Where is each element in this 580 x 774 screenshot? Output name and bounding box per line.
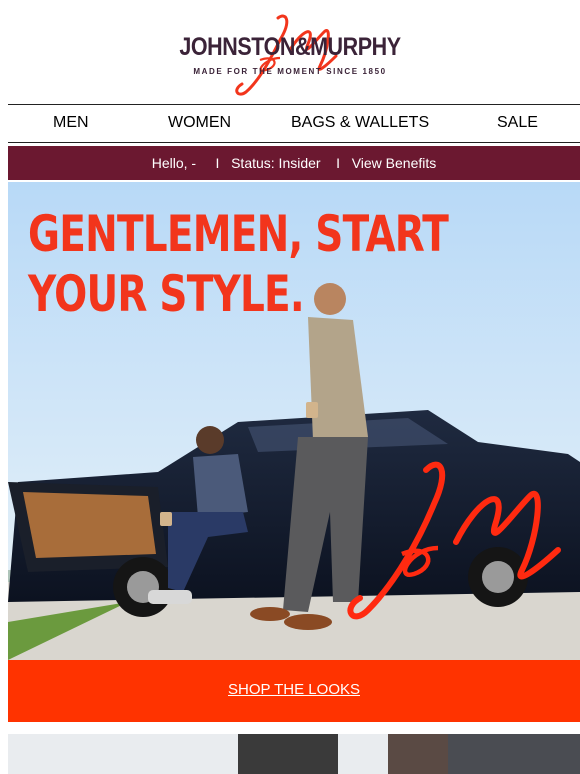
jm-script-overlay-icon bbox=[347, 461, 561, 620]
hero-headline-line2: YOUR STYLE. bbox=[28, 265, 305, 323]
shop-the-looks-link[interactable]: SHOP THE LOOKS bbox=[228, 681, 360, 698]
hero-headline-line1: GENTLEMEN, START bbox=[28, 205, 449, 263]
nav-sale[interactable]: SALE bbox=[497, 105, 538, 142]
next-banner-image[interactable] bbox=[8, 734, 580, 774]
brand-name: JOHNSTON&MURPHY bbox=[179, 33, 401, 61]
next-banner-photo bbox=[8, 734, 580, 774]
nav-bags-wallets[interactable]: BAGS & WALLETS bbox=[291, 105, 429, 142]
cta-bar: SHOP THE LOOKS bbox=[8, 660, 580, 722]
brand-tagline: MADE FOR THE MOMENT SINCE 1850 bbox=[193, 67, 387, 76]
main-nav: MEN WOMEN BAGS & WALLETS SALE bbox=[8, 104, 580, 143]
hero-headline: GENTLEMEN, START YOUR STYLE. bbox=[28, 204, 449, 324]
nav-women[interactable]: WOMEN bbox=[168, 105, 231, 142]
nav-men[interactable]: MEN bbox=[53, 105, 89, 142]
brand-logo[interactable]: JOHNSTON&MURPHY MADE FOR THE MOMENT SINC… bbox=[0, 0, 580, 104]
loyalty-status-bar[interactable]: Hello, - I Status: Insider I View Benefi… bbox=[8, 146, 580, 180]
hero-banner[interactable]: GENTLEMEN, START YOUR STYLE. bbox=[8, 182, 580, 660]
